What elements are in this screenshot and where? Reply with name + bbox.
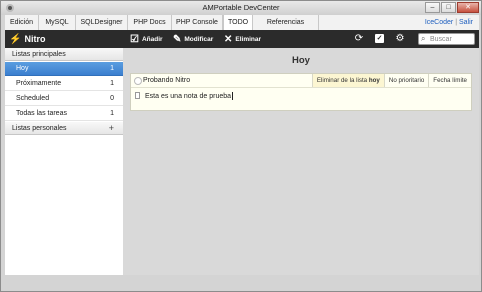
sidebar-item-count: 1 xyxy=(110,110,114,117)
tab-bar: Edición MySQL SQLDesigner PHP Docs PHP C… xyxy=(5,15,479,41)
settings-icon[interactable]: ⚙ xyxy=(394,33,406,45)
header-links: IceCoder | Salir xyxy=(425,15,473,30)
window-bottom-edge xyxy=(1,275,481,291)
toolbar: ⚡ Nitro ☑ Añadir ✎ Modificar ✕ Eliminar … xyxy=(5,30,479,48)
tab-php-docs[interactable]: PHP Docs xyxy=(128,15,172,30)
tab-edicion[interactable]: Edición xyxy=(5,15,39,30)
minimize-button[interactable]: – xyxy=(425,2,440,13)
close-button[interactable]: ✕ xyxy=(457,2,479,13)
tab-mysql[interactable]: MySQL xyxy=(39,15,76,30)
pencil-icon: ✎ xyxy=(173,33,182,45)
task-due-date[interactable]: Fecha límite xyxy=(428,74,471,87)
lightning-bolt-icon: ⚡ xyxy=(9,33,22,45)
task-card: Probando Nitro Eliminar de la lista hoy … xyxy=(130,73,472,111)
task-list-tag[interactable]: Eliminar de la lista hoy xyxy=(311,74,384,87)
checkbox-add-icon: ☑ xyxy=(130,33,139,45)
search-box: ⌕ xyxy=(418,33,475,45)
sidebar-item-count: 1 xyxy=(110,80,114,87)
sidebar-item-label: Scheduled xyxy=(16,95,50,102)
sidebar-item-count: 0 xyxy=(110,95,114,102)
brand-name: Nitro xyxy=(24,34,46,44)
window-controls: – □ ✕ xyxy=(424,2,479,13)
add-button[interactable]: ☑ Añadir xyxy=(130,32,163,46)
maximize-button[interactable]: □ xyxy=(441,2,456,13)
task-note-row[interactable]: Esta es una nota de prueba xyxy=(131,87,471,110)
sidebar-item-hoy[interactable]: Hoy 1 xyxy=(5,62,123,76)
tab-php-console[interactable]: PHP Console xyxy=(172,15,223,30)
task-name[interactable]: Probando Nitro xyxy=(143,74,190,87)
link-separator: | xyxy=(455,19,458,26)
tab-referencias-online[interactable]: Referencias Online xyxy=(253,15,319,41)
task-list-name: hoy xyxy=(368,77,380,84)
search-input[interactable] xyxy=(430,34,474,44)
sidebar-item-count: 1 xyxy=(110,65,114,72)
sidebar-item-label: Todas las tareas xyxy=(16,110,67,117)
task-checkbox[interactable] xyxy=(134,77,142,85)
tab-todo[interactable]: TODO xyxy=(223,15,253,30)
checklist-icon[interactable]: ✓ xyxy=(375,34,384,43)
window-title: AMPortable DevCenter xyxy=(202,3,280,12)
page-title: Hoy xyxy=(292,55,310,66)
search-icon: ⌕ xyxy=(421,34,426,43)
tab-sqldesigner[interactable]: SQLDesigner xyxy=(76,15,128,30)
delete-button[interactable]: ✕ Eliminar xyxy=(224,32,261,46)
add-label: Añadir xyxy=(141,35,163,43)
task-attributes: Eliminar de la lista hoy No prioritario … xyxy=(311,74,471,87)
edit-label: Modificar xyxy=(184,35,214,43)
task-list-prefix: Eliminar de la lista xyxy=(316,77,368,84)
x-icon: ✕ xyxy=(224,33,233,45)
delete-label: Eliminar xyxy=(235,35,262,43)
task-priority[interactable]: No prioritario xyxy=(383,74,428,87)
sidebar-item-scheduled[interactable]: Scheduled 0 xyxy=(5,92,123,106)
sidebar-item-label: Hoy xyxy=(16,65,29,72)
task-note-text: Esta es una nota de prueba xyxy=(145,93,232,100)
note-icon xyxy=(135,92,140,99)
main-panel: Hoy Probando Nitro Eliminar de la lista … xyxy=(123,48,479,275)
sync-icon[interactable]: ⟳ xyxy=(353,33,365,45)
personal-lists-label: Listas personales xyxy=(12,125,67,132)
icecoder-link[interactable]: IceCoder xyxy=(425,19,453,26)
add-list-icon[interactable]: + xyxy=(109,122,114,135)
exit-link[interactable]: Salir xyxy=(459,19,473,26)
title-bar: AMPortable DevCenter – □ ✕ xyxy=(1,1,481,15)
main-lists-header: Listas principales xyxy=(5,48,123,61)
sidebar-item-proximamente[interactable]: Próximamente 1 xyxy=(5,77,123,91)
sidebar-item-label: Próximamente xyxy=(16,80,62,87)
edit-button[interactable]: ✎ Modificar xyxy=(173,32,213,46)
app-window: AMPortable DevCenter – □ ✕ Edición MySQL… xyxy=(0,0,482,292)
brand: ⚡ Nitro xyxy=(9,32,45,46)
sidebar: Listas principales Hoy 1 Próximamente 1 … xyxy=(5,48,124,275)
task-row[interactable]: Probando Nitro Eliminar de la lista hoy … xyxy=(131,74,471,88)
sidebar-item-todas-las-tareas[interactable]: Todas las tareas 1 xyxy=(5,107,123,121)
text-cursor xyxy=(232,92,234,101)
task-note[interactable]: Esta es una nota de prueba xyxy=(145,92,234,101)
personal-lists-header: Listas personales + xyxy=(5,122,123,135)
